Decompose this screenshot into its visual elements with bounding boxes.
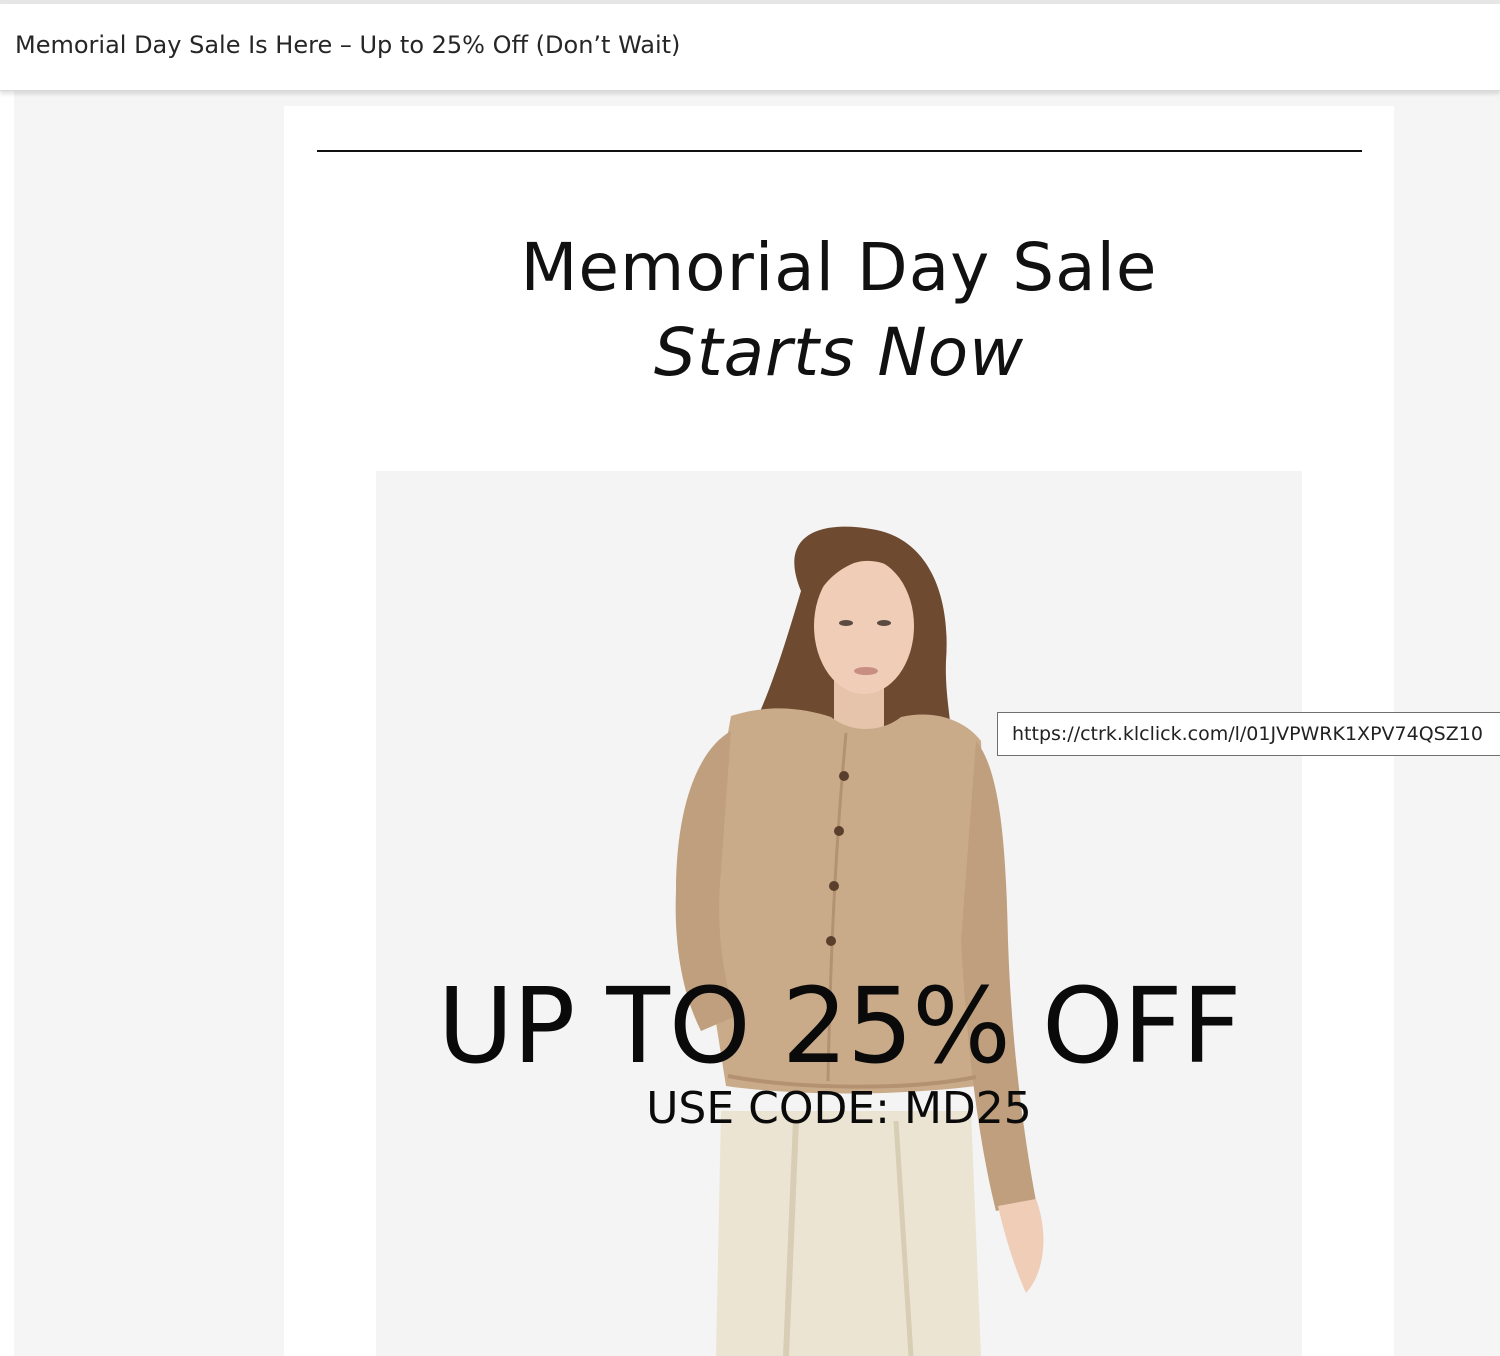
divider <box>317 150 1362 152</box>
discount-headline: UP TO 25% OFF <box>437 965 1241 1087</box>
email-subheadline: Starts Now <box>653 314 1025 391</box>
tooltip-url: https://ctrk.klclick.com/l/01JVPWRK1XPV7… <box>1012 723 1483 745</box>
email-subject: Memorial Day Sale Is Here – Up to 25% Of… <box>15 31 681 59</box>
model-photo <box>675 526 1044 1356</box>
hero-banner-link[interactable]: UP TO 25% OFF USE CODE: MD25 <box>376 471 1302 1356</box>
promo-code: USE CODE: MD25 <box>646 1083 1032 1134</box>
message-header: Memorial Day Sale Is Here – Up to 25% Of… <box>0 4 1500 91</box>
email-headline: Memorial Day Sale <box>520 229 1158 306</box>
link-url-tooltip: https://ctrk.klclick.com/l/01JVPWRK1XPV7… <box>997 712 1500 756</box>
